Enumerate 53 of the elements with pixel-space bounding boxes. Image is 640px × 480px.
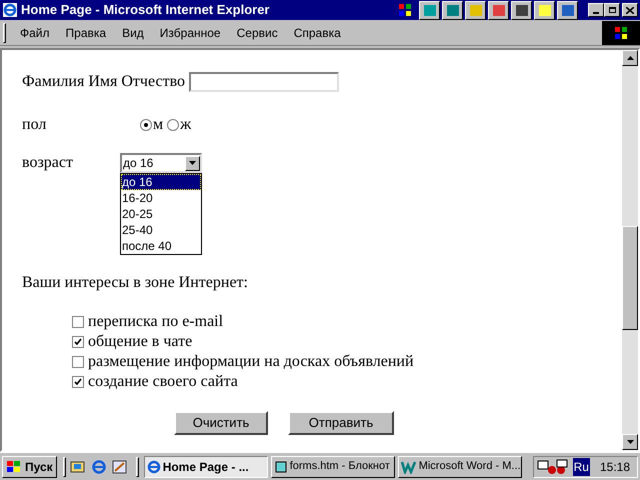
radio-button[interactable]	[167, 119, 180, 131]
radio-button[interactable]	[140, 119, 152, 131]
submit-button[interactable]: Отправить	[288, 411, 394, 435]
menu-item[interactable]: Избранное	[160, 24, 221, 42]
notepad-icon	[274, 460, 288, 474]
menu-item[interactable]: Файл	[20, 24, 50, 42]
scroll-up-icon[interactable]	[626, 56, 634, 60]
interests-heading: Ваши интересы в зоне Интернет:	[22, 274, 249, 292]
windows-flag-icon	[397, 2, 413, 18]
browser-icon	[146, 460, 161, 474]
clock: 15:18	[600, 458, 630, 476]
checkbox-label: переписка по e-mail	[88, 312, 224, 332]
dropdown-option[interactable]: 25-40	[121, 222, 201, 238]
taskbar-button[interactable]: Microsoft Word - M...	[398, 456, 522, 478]
close-icon	[626, 6, 634, 14]
name-label: Фамилия Имя Отчество	[22, 72, 186, 92]
browser-icon	[2, 2, 18, 18]
start-button[interactable]: Пуск	[2, 456, 57, 478]
clear-button[interactable]: Очистить	[174, 411, 268, 435]
gender-label: пол	[22, 115, 48, 135]
minimize-button[interactable]	[588, 3, 604, 17]
dropdown-option[interactable]: 16-20	[121, 190, 201, 206]
taskbar-button[interactable]: forms.htm - Блокнот	[270, 456, 395, 478]
checkbox[interactable]	[72, 356, 84, 368]
menu-item[interactable]: Правка	[66, 24, 106, 42]
dropdown-option[interactable]: до 16	[121, 174, 201, 190]
dropdown-option[interactable]: 20-25	[121, 206, 201, 222]
restore-button[interactable]	[604, 3, 620, 17]
name-field[interactable]	[189, 72, 340, 92]
menu-item[interactable]: Вид	[122, 24, 144, 42]
menu-item[interactable]: Справка	[294, 24, 341, 42]
age-select[interactable]: до 16	[120, 153, 202, 173]
checkbox-label: общение в чате	[88, 332, 192, 352]
windows-logo-icon	[6, 460, 22, 474]
checkbox[interactable]	[72, 376, 84, 388]
checkbox[interactable]	[72, 336, 84, 348]
windows-logo-icon	[614, 26, 628, 40]
radio-label: м	[153, 115, 164, 135]
checkbox-label: создание своего сайта	[88, 372, 238, 392]
checkbox[interactable]	[72, 316, 84, 328]
desktop-icon[interactable]	[68, 458, 87, 474]
scroll-down-icon[interactable]	[626, 440, 634, 444]
language-indicator[interactable]: Ru	[572, 458, 590, 476]
taskbar-button[interactable]: Home Page - ...	[144, 456, 268, 478]
radio-label: ж	[180, 115, 192, 135]
window-title: Home Page - Microsoft Internet Explorer	[21, 1, 270, 20]
close-button[interactable]	[622, 3, 638, 17]
age-label: возраст	[22, 153, 74, 173]
checkbox-label: размещение информации на досках объявлений	[88, 352, 414, 372]
scrollbar[interactable]	[622, 50, 638, 450]
word-icon	[400, 460, 417, 474]
dropdown-option[interactable]: после 40	[121, 238, 201, 254]
menu-item[interactable]: Сервис	[236, 24, 278, 42]
